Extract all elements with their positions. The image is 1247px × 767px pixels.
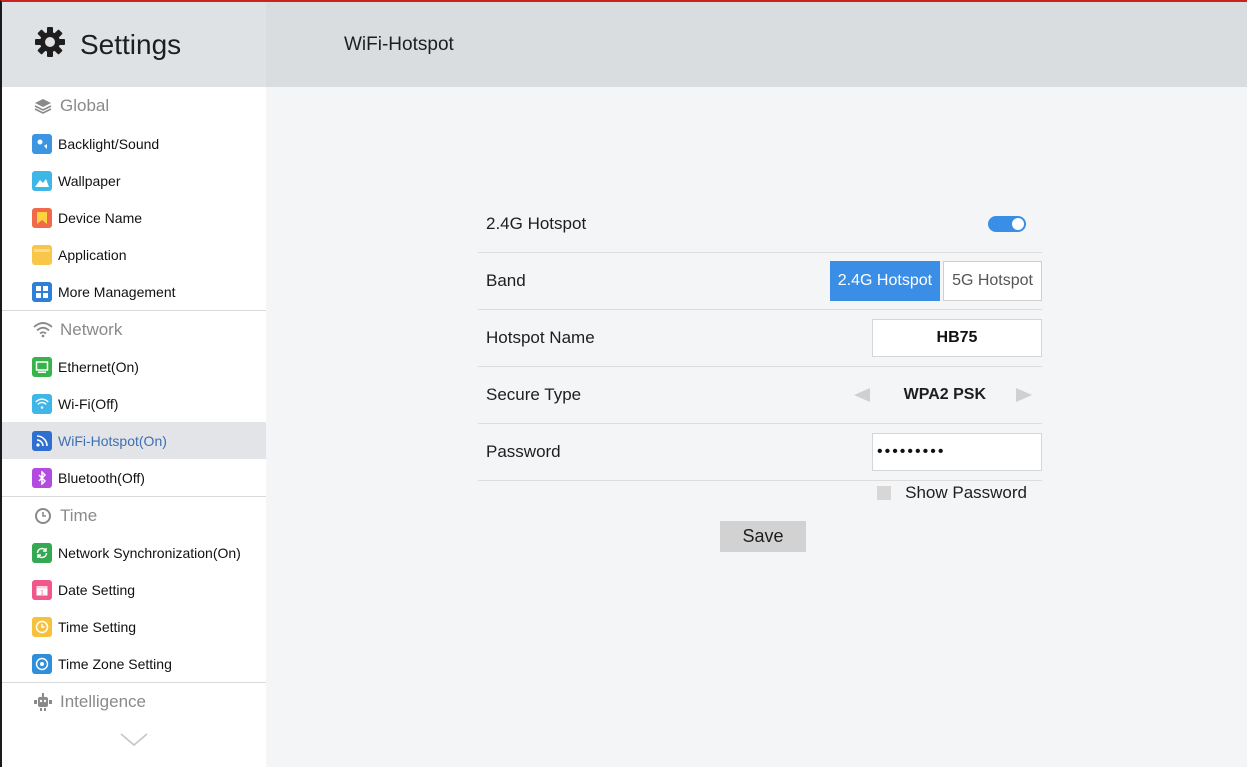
sidebar-item-label: Wi-Fi(Off) xyxy=(58,395,119,412)
band-label: Band xyxy=(486,271,526,290)
toggle-knob xyxy=(1012,218,1024,230)
section-intelligence: Intelligence xyxy=(2,682,266,720)
hotspot-name-input[interactable]: HB75 xyxy=(872,319,1042,357)
calendar-icon: 1 xyxy=(32,579,52,600)
sidebar-header: Settings xyxy=(2,2,266,87)
row-hotspot-enable: 2.4G Hotspot xyxy=(478,196,1042,253)
wifi-icon xyxy=(32,393,52,414)
sidebar-item-label: Time Setting xyxy=(58,618,137,635)
secure-type-label: Secure Type xyxy=(486,385,582,404)
password-label: Password xyxy=(486,442,561,461)
section-network: Network xyxy=(2,310,266,348)
sidebar-item-label: WiFi-Hotspot(On) xyxy=(58,432,167,449)
sidebar-item-ethernet[interactable]: Ethernet(On) xyxy=(2,348,266,385)
section-intelligence-label: Intelligence xyxy=(60,691,147,711)
checkbox-box xyxy=(877,486,892,500)
save-button[interactable]: Save xyxy=(720,521,806,552)
sidebar: Settings Global Backlight/Sound Wallpape… xyxy=(2,2,266,767)
backlight-icon xyxy=(32,133,52,154)
section-global-label: Global xyxy=(60,96,110,115)
chevron-down-icon xyxy=(119,732,149,753)
gear-icon xyxy=(34,26,66,63)
sync-icon xyxy=(32,542,52,563)
sidebar-item-label: Date Setting xyxy=(58,581,136,598)
sidebar-item-label: Ethernet(On) xyxy=(58,358,139,375)
folder-icon xyxy=(32,244,52,265)
wifi-icon xyxy=(32,319,54,341)
sidebar-item-label: Network Synchronization(On) xyxy=(58,544,241,561)
row-band: Band 2.4G Hotspot 5G Hotspot xyxy=(478,253,1042,310)
monitor-icon xyxy=(32,356,52,377)
band-5g-button[interactable]: 5G Hotspot xyxy=(943,261,1042,301)
row-secure-type: Secure Type WPA2 PSK xyxy=(478,367,1042,424)
sidebar-item-wifi-hotspot[interactable]: WiFi-Hotspot(On) xyxy=(2,422,266,459)
hotspot-form: 2.4G Hotspot Band 2.4G Hotspot 5G Hotspo… xyxy=(478,196,1042,552)
sidebar-item-label: More Management xyxy=(58,283,176,300)
sidebar-item-backlight-sound[interactable]: Backlight/Sound xyxy=(2,125,266,162)
page-title: WiFi-Hotspot xyxy=(344,33,454,55)
layers-icon xyxy=(32,95,54,117)
row-password: Password ••••••••• xyxy=(478,424,1042,481)
sidebar-item-label: Application xyxy=(58,246,127,263)
show-password-checkbox[interactable]: Show Password xyxy=(877,483,1027,503)
hotspot-toggle[interactable] xyxy=(988,216,1026,232)
clock-icon xyxy=(32,616,52,637)
hotspot-icon xyxy=(32,430,52,451)
sidebar-item-device-name[interactable]: Device Name xyxy=(2,199,266,236)
section-network-label: Network xyxy=(60,319,123,339)
prev-arrow-icon[interactable] xyxy=(852,385,872,405)
sidebar-title: Settings xyxy=(80,28,182,60)
sidebar-item-label: Device Name xyxy=(58,209,143,226)
sidebar-item-label: Wallpaper xyxy=(58,172,121,189)
content-header: WiFi-Hotspot xyxy=(266,2,1247,87)
clock-icon xyxy=(32,505,54,527)
sidebar-item-more-management[interactable]: More Management xyxy=(2,273,266,310)
section-time-label: Time xyxy=(60,505,98,525)
hotspot-enable-label: 2.4G Hotspot xyxy=(486,214,587,233)
sidebar-item-network-sync[interactable]: Network Synchronization(On) xyxy=(2,534,266,571)
bookmark-icon xyxy=(32,207,52,228)
show-password-label: Show Password xyxy=(905,483,1027,502)
grid-icon xyxy=(32,281,52,302)
sidebar-item-label: Bluetooth(Off) xyxy=(58,469,145,486)
secure-type-value: WPA2 PSK xyxy=(903,386,986,403)
sidebar-item-wallpaper[interactable]: Wallpaper xyxy=(2,162,266,199)
sidebar-item-time-zone[interactable]: Time Zone Setting xyxy=(2,645,266,682)
band-2-4g-button[interactable]: 2.4G Hotspot xyxy=(829,261,941,301)
sidebar-item-time-setting[interactable]: Time Setting xyxy=(2,608,266,645)
sidebar-item-wifi[interactable]: Wi-Fi(Off) xyxy=(2,385,266,422)
sidebar-item-date-setting[interactable]: 1 Date Setting xyxy=(2,571,266,608)
bluetooth-icon xyxy=(32,467,52,488)
svg-text:1: 1 xyxy=(40,589,44,596)
window-frame: Settings Global Backlight/Sound Wallpape… xyxy=(0,0,1247,767)
sidebar-item-bluetooth[interactable]: Bluetooth(Off) xyxy=(2,459,266,496)
sidebar-item-label: Backlight/Sound xyxy=(58,135,160,152)
sidebar-item-label: Time Zone Setting xyxy=(58,655,172,672)
robot-icon xyxy=(32,691,54,713)
location-icon xyxy=(32,653,52,674)
sidebar-item-application[interactable]: Application xyxy=(2,236,266,273)
hotspot-name-label: Hotspot Name xyxy=(486,328,595,347)
row-hotspot-name: Hotspot Name HB75 xyxy=(478,310,1042,367)
next-arrow-icon[interactable] xyxy=(1014,385,1034,405)
main-content: 2.4G Hotspot Band 2.4G Hotspot 5G Hotspo… xyxy=(266,87,1247,767)
section-global: Global xyxy=(2,87,266,125)
wallpaper-icon xyxy=(32,170,52,191)
section-time: Time xyxy=(2,496,266,534)
password-input[interactable]: ••••••••• xyxy=(872,433,1042,471)
scroll-more[interactable] xyxy=(2,720,266,765)
